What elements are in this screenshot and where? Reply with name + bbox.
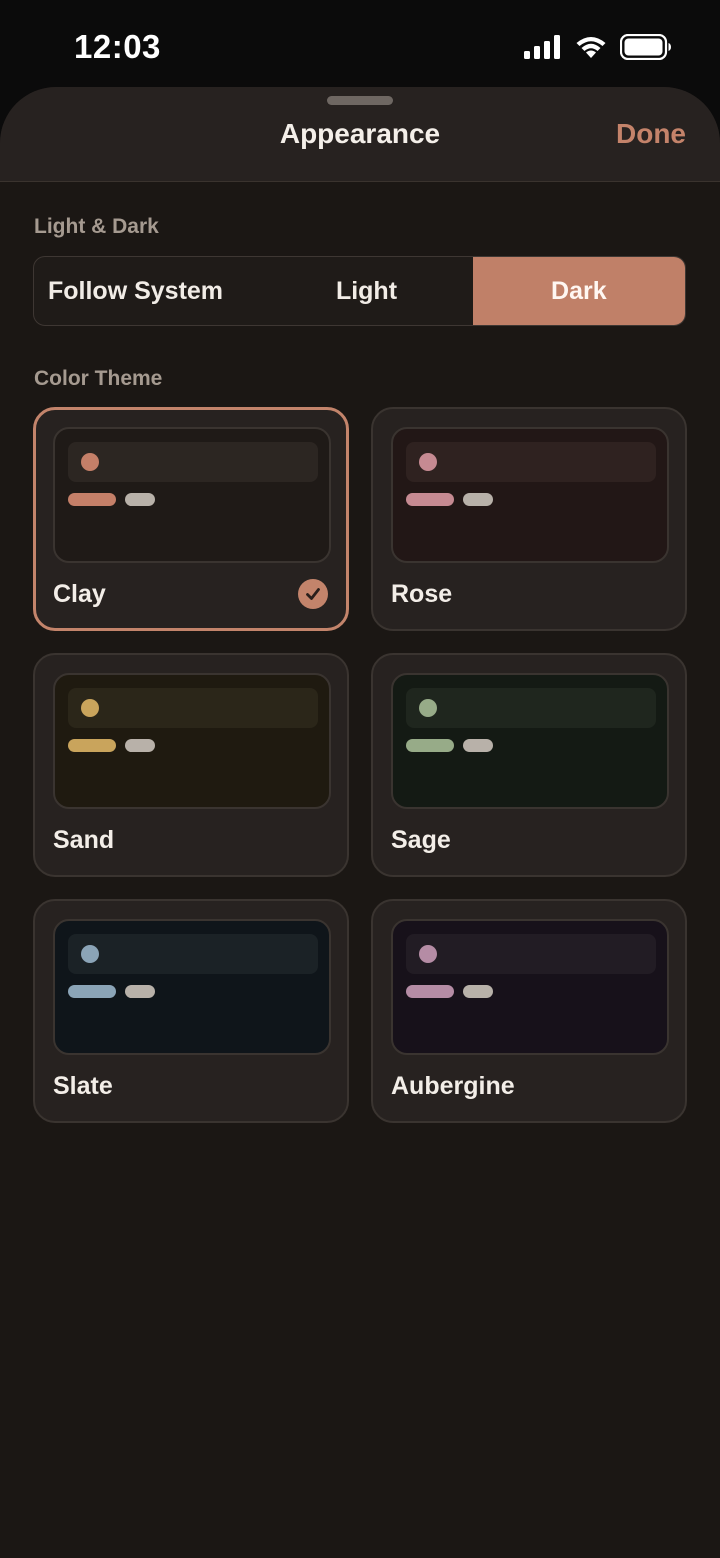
theme-card-aubergine[interactable]: Aubergine: [371, 899, 687, 1123]
sheet-title: Appearance: [279, 118, 441, 149]
theme-preview: [391, 427, 669, 563]
preview-accent-dot: [81, 699, 99, 717]
light-dark-label: Light & Dark: [34, 215, 159, 238]
status-time: 12:03: [74, 28, 161, 65]
theme-name: Slate: [53, 1072, 113, 1100]
checkmark-icon: [298, 579, 328, 609]
theme-card-sand[interactable]: Sand: [33, 653, 349, 877]
preview-accent-pill: [68, 739, 116, 752]
status-icons: [524, 34, 672, 60]
theme-preview: [53, 427, 331, 563]
status-bar: 12:03: [0, 0, 720, 90]
theme-card-clay[interactable]: Clay: [33, 407, 349, 631]
preview-header-bar: [406, 688, 656, 728]
sheet-grabber[interactable]: [327, 96, 393, 105]
cellular-signal-icon: [524, 35, 560, 59]
preview-neutral-pill: [125, 985, 155, 998]
theme-preview: [53, 919, 331, 1055]
theme-grid: Clay Rose Sand Sage Slate Aubergine: [33, 407, 687, 1123]
preview-neutral-pill: [463, 739, 493, 752]
light-dark-segmented-control: Follow System Light Dark: [33, 256, 686, 326]
preview-accent-dot: [419, 453, 437, 471]
theme-card-rose[interactable]: Rose: [371, 407, 687, 631]
segment-follow-system[interactable]: Follow System: [34, 257, 260, 325]
theme-preview: [391, 673, 669, 809]
theme-name: Aubergine: [391, 1072, 515, 1100]
preview-neutral-pill: [463, 493, 493, 506]
wifi-icon: [576, 37, 606, 58]
theme-preview: [391, 919, 669, 1055]
theme-name: Clay: [53, 580, 106, 608]
done-button[interactable]: Done: [616, 118, 686, 150]
preview-neutral-pill: [125, 493, 155, 506]
theme-name: Sand: [53, 826, 115, 854]
appearance-sheet: Appearance Done Light & Dark Follow Syst…: [0, 87, 720, 1558]
segment-light[interactable]: Light: [260, 257, 472, 325]
preview-accent-pill: [406, 985, 454, 998]
theme-card-sage[interactable]: Sage: [371, 653, 687, 877]
preview-neutral-pill: [125, 739, 155, 752]
preview-header-bar: [406, 934, 656, 974]
preview-header-bar: [68, 934, 318, 974]
theme-preview: [53, 673, 331, 809]
theme-name: Sage: [391, 826, 451, 854]
theme-name: Rose: [391, 580, 453, 608]
battery-icon: [620, 34, 671, 60]
preview-header-bar: [68, 442, 318, 482]
sheet-header: Appearance Done: [0, 87, 720, 182]
preview-neutral-pill: [463, 985, 493, 998]
color-theme-label: Color Theme: [34, 367, 163, 390]
preview-accent-dot: [419, 699, 437, 717]
preview-header-bar: [68, 688, 318, 728]
preview-accent-pill: [406, 739, 454, 752]
theme-card-slate[interactable]: Slate: [33, 899, 349, 1123]
segment-dark[interactable]: Dark: [472, 257, 685, 325]
preview-accent-pill: [68, 985, 116, 998]
preview-accent-dot: [81, 945, 99, 963]
preview-accent-pill: [68, 493, 116, 506]
preview-accent-dot: [419, 945, 437, 963]
preview-header-bar: [406, 442, 656, 482]
preview-accent-dot: [81, 453, 99, 471]
preview-accent-pill: [406, 493, 454, 506]
